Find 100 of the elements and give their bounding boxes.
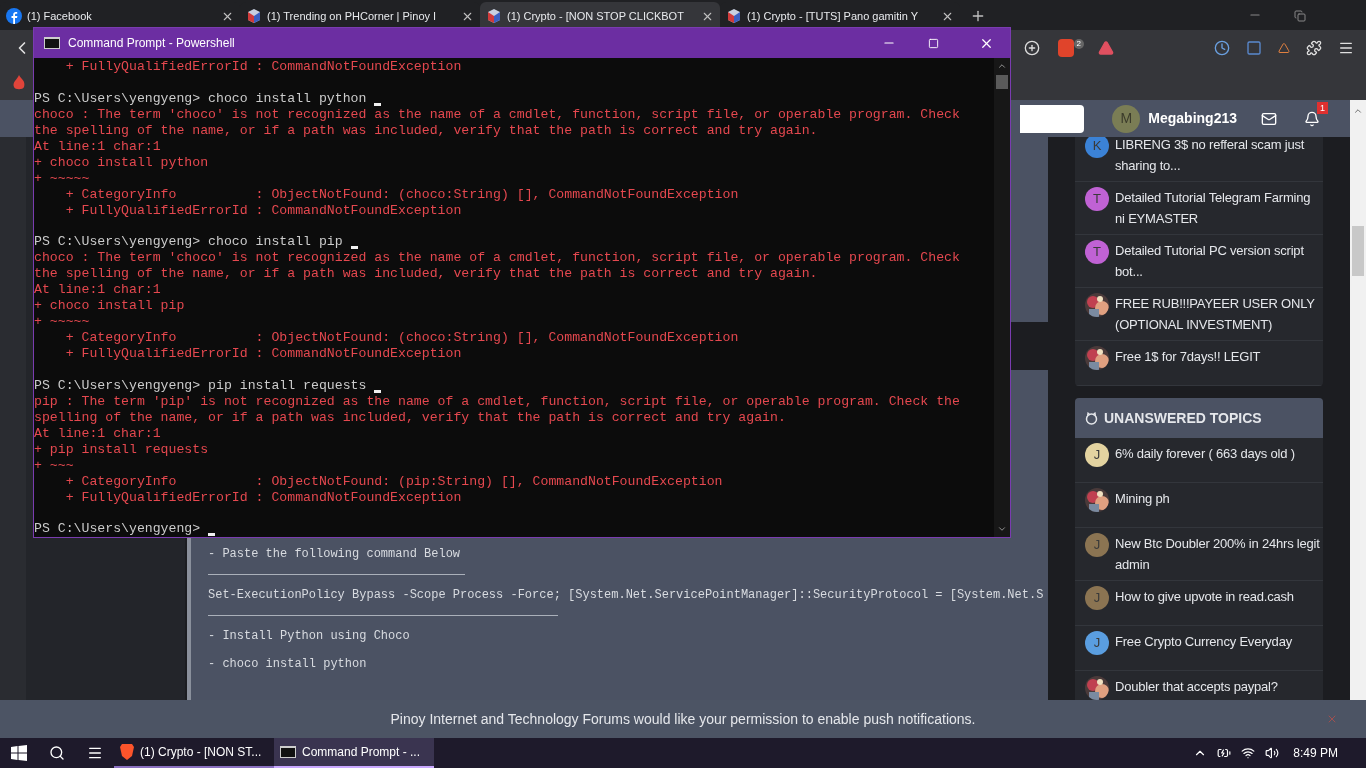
cube-icon <box>486 8 502 24</box>
topic-item[interactable]: FREE RUB!!!PAYEER USER ONLY (OPTIONAL INVESTMENT) <box>1075 288 1323 341</box>
prompt-line: PS C:\Users\yengyeng> pip install requests <box>34 377 367 394</box>
code-line: Set-ExecutionPolicy Bypass -Scope Process -Force; [System.Net.ServicePointManager]::SecurityProtocol = [System.Net.S <box>208 587 1045 604</box>
scroll-down-icon[interactable] <box>997 524 1007 534</box>
topic-item[interactable]: J Free Crypto Currency Everyday <box>1075 626 1323 671</box>
username[interactable]: Megabing213 <box>1148 108 1237 129</box>
maximize-icon[interactable] <box>928 37 939 49</box>
facebook-icon <box>6 8 22 24</box>
user-avatar: T <box>1085 187 1109 211</box>
prompt-line: PS C:\Users\yengyeng> choco install pip <box>34 234 343 250</box>
extensions-icon[interactable] <box>1306 39 1322 56</box>
error-line: At line:1 char:1 <box>34 138 161 155</box>
wifi-icon[interactable] <box>1241 746 1256 760</box>
user-avatar: T <box>1085 240 1109 264</box>
battery-icon[interactable] <box>1217 746 1232 760</box>
scrollbar-thumb[interactable] <box>1352 226 1364 276</box>
scroll-up-icon[interactable] <box>1353 106 1363 116</box>
tab-title: (1) Crypto - [NON STOP CLICKBOT <box>507 8 685 24</box>
error-line: + FullyQualifiedErrorId : CommandNotFoundException <box>64 59 462 75</box>
error-line: choco : The term 'choco' is not recognized as the name of a cmdlet, function, script file, or operable program. Check <box>34 106 960 123</box>
error-line: + pip install requests <box>34 441 209 458</box>
console-icon <box>280 746 296 758</box>
topic-title: Mining ph <box>1115 490 1170 508</box>
code-line: - Paste the following command Below <box>208 546 462 563</box>
topic-title: Free 1$ for 7days!! LEGIT <box>1115 348 1261 366</box>
notification-badge: 1 <box>1317 101 1328 114</box>
clock[interactable]: 8:49 PM <box>1293 744 1338 762</box>
user-avatar: J <box>1085 586 1109 610</box>
error-line: + CategoryInfo : ObjectNotFound: (pip:String) [], CommandNotFoundException <box>64 473 723 490</box>
search-field[interactable] <box>1020 104 1085 133</box>
task-view-icon[interactable] <box>87 745 103 761</box>
prompt-line: PS C:\Users\yengyeng> choco install python <box>34 90 367 107</box>
error-line: the spelling of the name, or if a path was included, verify that the path is correct and try again. <box>34 266 818 282</box>
extension-badge: 2 <box>1073 38 1084 49</box>
user-avatar: J <box>1085 631 1109 655</box>
taskbar-item[interactable]: Command Prompt - ... <box>274 738 434 768</box>
topic-item[interactable]: Mining ph <box>1075 483 1323 528</box>
topic-item[interactable]: J How to give upvote in read.cash <box>1075 581 1323 626</box>
card-title: UNANSWERED TOPICS <box>1104 408 1262 428</box>
topic-item[interactable]: J New Btc Doubler 200% in 24hrs legit admin <box>1075 528 1323 581</box>
add-icon[interactable] <box>1023 39 1040 56</box>
error-line: At line:1 char:1 <box>34 282 161 298</box>
topic-title: Doubler that accepts paypal? <box>1115 678 1278 696</box>
topic-item[interactable]: T Detailed Tutorial Telegram Farming ni EYMASTER <box>1075 182 1323 235</box>
user-avatar: J <box>1085 533 1109 557</box>
error-line: + CategoryInfo : ObjectNotFound: (choco:String) [], CommandNotFoundException <box>64 330 739 346</box>
error-line: pip : The term 'pip' is not recognized as the name of a cmdlet, function, script file, or operable program. Check the <box>34 393 960 410</box>
scroll-up-icon[interactable] <box>997 61 1007 71</box>
taskbar-title: (1) Crypto - [NON ST... <box>140 744 262 761</box>
new-tab-icon[interactable] <box>970 8 986 24</box>
tab-title: (1) Crypto - [TUTS] Pano gamitin Y <box>747 8 919 24</box>
cube-icon <box>246 8 262 24</box>
topic-title: How to give upvote in read.cash <box>1115 588 1294 606</box>
topic-item[interactable]: Free 1$ for 7days!! LEGIT <box>1075 341 1323 386</box>
code-line: - Install Python using Choco <box>208 628 411 645</box>
user-avatar: K <box>1085 137 1109 158</box>
restore-icon[interactable] <box>1294 10 1306 22</box>
error-line: spelling of the name, or if a path was included, verify that the path is correct and try again. <box>34 409 786 426</box>
error-line: + ~~~~~ <box>34 314 90 330</box>
topic-title: Detailed Tutorial Telegram Farming ni EYMASTER <box>1115 189 1312 228</box>
code-line: - choco install python <box>208 656 368 673</box>
mail-icon[interactable] <box>1261 110 1277 127</box>
volume-icon[interactable] <box>1265 746 1280 760</box>
error-line: + choco install pip <box>34 298 185 314</box>
notification-text: Pinoy Internet and Technology Forums would like your permission to enable push notifications. <box>390 709 976 729</box>
prompt-line: PS C:\Users\yengyeng> <box>34 521 201 537</box>
scrollbar-thumb[interactable] <box>996 75 1008 89</box>
browser-tab[interactable]: (1) Crypto - [NON STOP CLICKBOT <box>480 2 720 30</box>
error-line: + ~~~~~ <box>34 170 90 187</box>
notification-bell-icon[interactable] <box>1304 110 1320 127</box>
user-avatar: J <box>1085 443 1109 467</box>
error-line: + FullyQualifiedErrorId : CommandNotFoundException <box>64 489 462 506</box>
console-icon <box>44 37 60 49</box>
error-line: At line:1 char:1 <box>34 425 161 442</box>
error-line: + CategoryInfo : ObjectNotFound: (choco:String) [], CommandNotFoundException <box>64 186 739 203</box>
window-title: Command Prompt - Powershell <box>68 35 236 52</box>
search-icon[interactable] <box>49 745 65 761</box>
error-line: choco : The term 'choco' is not recognized as the name of a cmdlet, function, script file, or operable program. Check <box>34 250 960 266</box>
windows-icon[interactable] <box>11 745 27 761</box>
error-line: + FullyQualifiedErrorId : CommandNotFoundException <box>64 346 462 362</box>
topic-item[interactable]: K LIBRENG 3$ no refferal scam just sharing to... <box>1075 137 1323 182</box>
error-line: + ~~~ <box>34 457 74 474</box>
triangle-icon[interactable] <box>1098 39 1114 56</box>
tab-title: (1) Trending on PHCorner | Pinoy I <box>267 8 438 24</box>
topic-item[interactable]: T Detailed Tutorial PC version script bot... <box>1075 235 1323 288</box>
taskbar-title: Command Prompt - ... <box>302 744 421 761</box>
topic-title: Free Crypto Currency Everyday <box>1115 633 1292 651</box>
error-line: the spelling of the name, or if a path was included, verify that the path is correct and try again. <box>34 122 818 139</box>
topic-title: FREE RUB!!!PAYEER USER ONLY (OPTIONAL INVESTMENT) <box>1115 295 1316 334</box>
tab-title: (1) Facebook <box>27 8 93 24</box>
cat-icon <box>1085 411 1098 425</box>
topic-title: New Btc Doubler 200% in 24hrs legit admin <box>1115 535 1321 574</box>
error-line: + choco install python <box>34 154 209 171</box>
topic-title: 6% daily forever ( 663 days old ) <box>1115 445 1295 463</box>
topic-title: Detailed Tutorial PC version script bot... <box>1115 242 1305 281</box>
cube-icon <box>726 8 742 24</box>
topic-item[interactable]: J 6% daily forever ( 663 days old ) <box>1075 438 1323 483</box>
topic-title: LIBRENG 3$ no refferal scam just sharing to... <box>1115 137 1306 175</box>
error-line: + FullyQualifiedErrorId : CommandNotFoundException <box>64 202 462 219</box>
